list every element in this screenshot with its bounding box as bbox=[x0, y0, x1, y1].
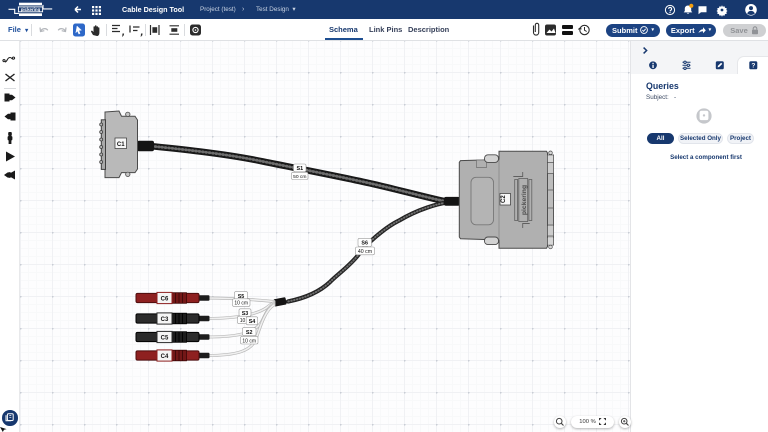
svg-text:C3: C3 bbox=[161, 317, 169, 323]
svg-text:pickering: pickering bbox=[21, 7, 41, 12]
svg-text:S2: S2 bbox=[246, 330, 253, 336]
svg-text:S4: S4 bbox=[249, 319, 256, 325]
svg-text:10 cm: 10 cm bbox=[242, 338, 256, 344]
svg-text:C5: C5 bbox=[161, 335, 169, 341]
svg-text:10 cm: 10 cm bbox=[234, 301, 248, 307]
svg-text:S1: S1 bbox=[297, 166, 304, 172]
svg-text:50 cm: 50 cm bbox=[293, 174, 306, 180]
svg-text:?: ? bbox=[751, 63, 755, 70]
svg-text:40 cm: 40 cm bbox=[358, 249, 372, 255]
svg-text:C6: C6 bbox=[161, 296, 169, 302]
svg-text:pickering: pickering bbox=[521, 185, 528, 215]
svg-text:C4: C4 bbox=[161, 354, 169, 360]
svg-text:C2: C2 bbox=[501, 195, 507, 203]
svg-text:C1: C1 bbox=[117, 142, 125, 148]
svg-text:10: 10 bbox=[240, 318, 246, 324]
svg-text:S6: S6 bbox=[361, 241, 368, 247]
svg-text:S3: S3 bbox=[242, 311, 249, 317]
